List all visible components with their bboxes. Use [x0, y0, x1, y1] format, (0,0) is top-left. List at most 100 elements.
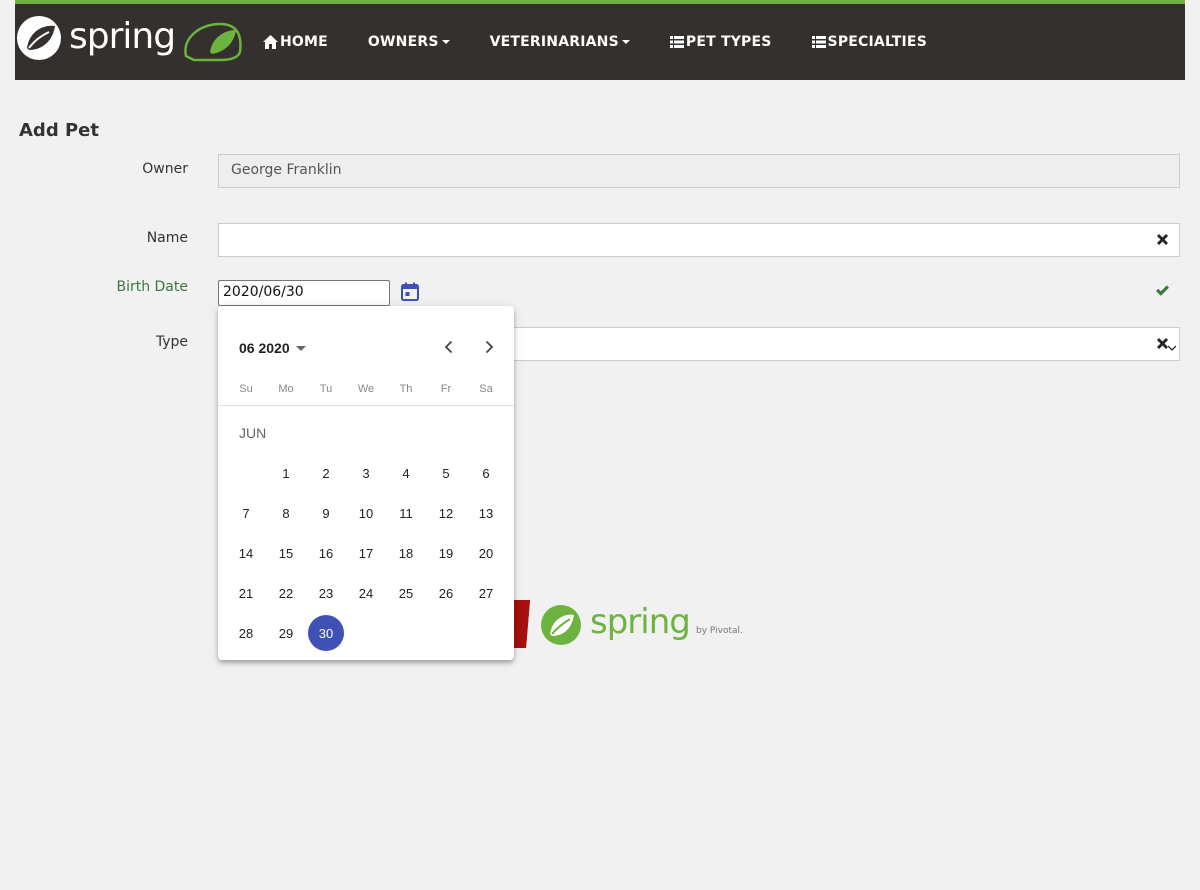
spring-leaf-icon	[17, 16, 61, 60]
calendar-day[interactable]: 5	[426, 453, 466, 493]
chevron-left-icon	[444, 340, 453, 354]
footer-pivotal-byline: by Pivotal.	[696, 626, 743, 636]
calendar-day[interactable]: 24	[346, 573, 386, 613]
list-icon	[669, 36, 684, 48]
weekday-label: Su	[239, 383, 253, 395]
calendar-toggle-button[interactable]	[399, 281, 421, 307]
calendar-day-number: 8	[282, 505, 290, 521]
calendar-day-number: 26	[438, 585, 454, 601]
calendar-empty-cell	[386, 613, 426, 653]
calendar-day-number: 17	[358, 545, 374, 561]
calendar-day-number: 6	[482, 465, 490, 481]
calendar-day[interactable]: 14	[226, 533, 266, 573]
calendar-day-number: 7	[242, 505, 250, 521]
period-label: 06 2020	[239, 340, 290, 356]
calendar-day[interactable]: 12	[426, 493, 466, 533]
nav-veterinarians[interactable]: Veterinarians	[490, 34, 630, 50]
header-divider	[218, 405, 514, 406]
weekday-label: We	[357, 383, 375, 395]
calendar-empty-cell	[346, 613, 386, 653]
period-selector-button[interactable]: 06 2020	[239, 340, 306, 356]
calendar-day[interactable]: 2	[306, 453, 346, 493]
calendar-day-number: 19	[438, 545, 454, 561]
calendar-day-number: 28	[238, 625, 254, 641]
calendar-day[interactable]: 10	[346, 493, 386, 533]
calendar-day[interactable]: 22	[266, 573, 306, 613]
calendar-day-number: 5	[442, 465, 450, 481]
petclinic-badge-icon	[184, 22, 242, 62]
chevron-right-icon	[485, 340, 494, 354]
previous-month-button[interactable]	[440, 338, 458, 361]
birth-date-input[interactable]: 2020/06/30	[218, 280, 390, 306]
calendar-day[interactable]: 3	[346, 453, 386, 493]
calendar-day-number: 12	[438, 505, 454, 521]
calendar-day[interactable]: 8	[266, 493, 306, 533]
calendar-day[interactable]: 19	[426, 533, 466, 573]
calendar-day-number: 29	[278, 625, 294, 641]
calendar-day[interactable]: 6	[466, 453, 506, 493]
datepicker-popup: 06 2020 Su Mo Tu We Th Fr Sa JUN 1234567…	[218, 306, 514, 660]
valid-check-icon	[1155, 282, 1170, 301]
calendar-day-number: 20	[478, 545, 494, 561]
calendar-day[interactable]: 18	[386, 533, 426, 573]
invalid-x-icon	[1156, 233, 1169, 250]
brand-name: spring	[69, 16, 176, 57]
weekday-label: Tu	[319, 383, 333, 395]
nav-menu: Home Owners Veterinarians Pet Types Spec…	[255, 4, 967, 80]
calendar-day-number: 23	[318, 585, 334, 601]
nav-veterinarians-label: Veterinarians	[489, 34, 619, 50]
calendar-day[interactable]: 21	[226, 573, 266, 613]
calendar-day[interactable]: 27	[466, 573, 506, 613]
calendar-day[interactable]: 17	[346, 533, 386, 573]
calendar-day[interactable]: 29	[266, 613, 306, 653]
next-month-button[interactable]	[480, 338, 498, 361]
calendar-day-number: 27	[478, 585, 494, 601]
name-input[interactable]	[218, 223, 1180, 257]
nav-owners[interactable]: Owners	[368, 34, 450, 50]
weekday-label: Th	[399, 383, 413, 395]
calendar-day-number: 1	[282, 465, 290, 481]
nav-home-label: Home	[280, 34, 328, 50]
nav-owners-label: Owners	[367, 34, 439, 50]
calendar-day-number: 25	[398, 585, 414, 601]
nav-home[interactable]: Home	[263, 34, 328, 50]
calendar-day-number: 13	[478, 505, 494, 521]
calendar-day-number: 16	[318, 545, 334, 561]
spring-logo[interactable]: spring	[15, 12, 247, 68]
select-chevron-icon	[1167, 339, 1177, 355]
dropdown-arrow-icon	[295, 345, 306, 351]
calendar-day[interactable]: 20	[466, 533, 506, 573]
calendar-day-number: 2	[322, 465, 330, 481]
calendar-week-row: 21 22 23 24 25 26 27	[226, 573, 506, 613]
calendar-day[interactable]: 7	[226, 493, 266, 533]
calendar-day[interactable]: 9	[306, 493, 346, 533]
calendar-week-row: 14 15 16 17 18 19 20	[226, 533, 506, 573]
calendar-day[interactable]: 16	[306, 533, 346, 573]
calendar-day[interactable]: 26	[426, 573, 466, 613]
calendar-day[interactable]: 13	[466, 493, 506, 533]
day-grid: 1 2 3 4 5 6 7 8 9 10 11 12 13 14 15 16 17 18 19 20 21 22 23 24 2…	[226, 453, 506, 653]
calendar-day-number: 22	[278, 585, 294, 601]
calendar-day[interactable]: 4	[386, 453, 426, 493]
weekday-header: Su Mo Tu We Th Fr Sa	[226, 383, 506, 395]
calendar-day-number: 30	[308, 615, 344, 651]
calendar-day-number: 10	[358, 505, 374, 521]
calendar-week-row: 28 29 30	[226, 613, 506, 653]
spring-footer-leaf-icon	[540, 604, 582, 650]
page-title: Add Pet	[19, 120, 99, 141]
birth-date-value: 2020/06/30	[223, 284, 304, 300]
calendar-day[interactable]: 25	[386, 573, 426, 613]
calendar-empty-cell	[466, 613, 506, 653]
calendar-day[interactable]: 28	[226, 613, 266, 653]
calendar-day[interactable]: 1	[266, 453, 306, 493]
calendar-day[interactable]: 11	[386, 493, 426, 533]
calendar-day[interactable]: 23	[306, 573, 346, 613]
calendar-day[interactable]: 15	[266, 533, 306, 573]
calendar-week-row: 7 8 9 10 11 12 13	[226, 493, 506, 533]
home-icon	[263, 35, 278, 49]
month-label: JUN	[239, 425, 267, 441]
nav-pet-types[interactable]: Pet Types	[669, 34, 772, 50]
nav-specialties[interactable]: Specialties	[811, 34, 927, 50]
calendar-day-selected[interactable]: 30	[306, 613, 346, 653]
calendar-empty-cell	[226, 453, 266, 493]
